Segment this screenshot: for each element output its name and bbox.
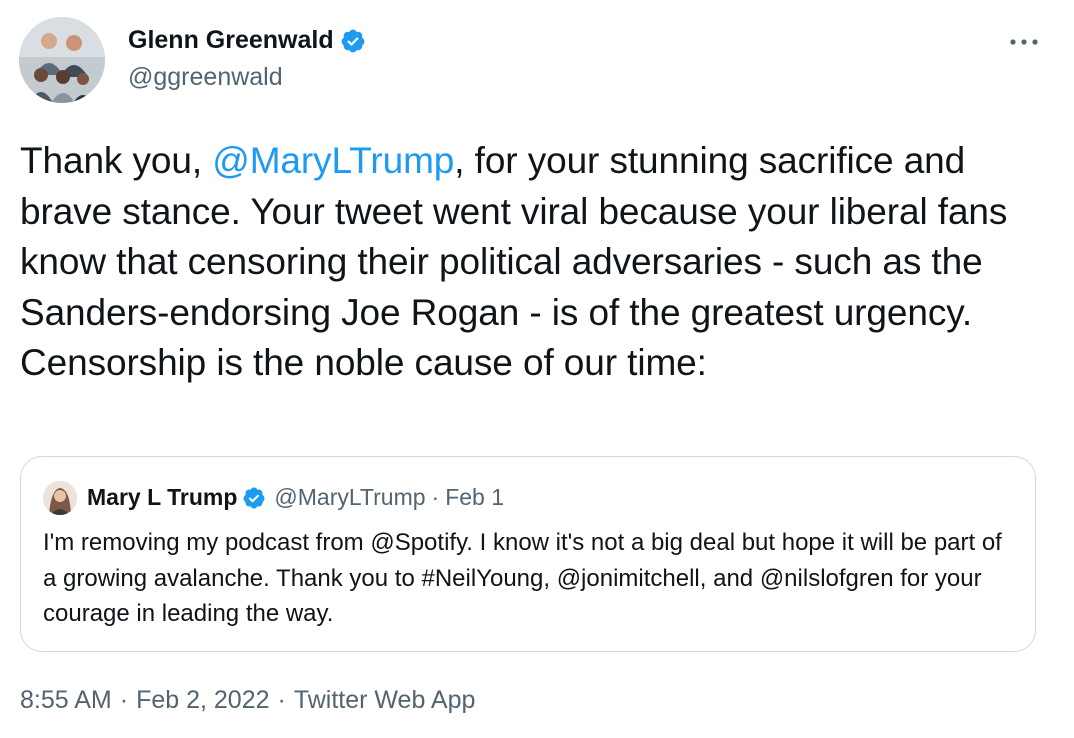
tweet-meta: 8:55 AM · Feb 2, 2022 · Twitter Web App — [20, 686, 475, 715]
verified-badge-icon — [340, 28, 366, 54]
quoted-author-handle[interactable]: @MaryLTrump — [274, 484, 425, 511]
quoted-header-separator: · — [431, 484, 440, 510]
tweet-source-link[interactable]: Twitter Web App — [294, 686, 476, 714]
mention-link[interactable]: @MaryLTrump — [212, 140, 454, 181]
author-name[interactable]: Glenn Greenwald — [128, 26, 334, 55]
quoted-tweet-text: I'm removing my podcast from @Spotify. I… — [43, 529, 1002, 627]
quoted-author-avatar[interactable] — [43, 481, 77, 515]
author-avatar[interactable] — [19, 17, 105, 103]
tweet-time[interactable]: 8:55 AM — [20, 686, 112, 714]
more-horizontal-icon — [1009, 33, 1039, 51]
verified-badge-icon — [242, 486, 266, 510]
author-handle[interactable]: @ggreenwald — [128, 63, 283, 92]
tweet-text: Thank you, @MaryLTrump, for your stunnin… — [20, 136, 1050, 389]
quoted-author-name[interactable]: Mary L Trump — [87, 484, 237, 511]
quoted-tweet-date[interactable]: Feb 1 — [445, 484, 504, 511]
tweet-date[interactable]: Feb 2, 2022 — [136, 686, 269, 714]
meta-separator: · — [119, 686, 129, 714]
quoted-tweet-header: Mary L Trump @MaryLTrump · Feb 1 — [87, 484, 504, 511]
author-name-row[interactable]: Glenn Greenwald — [128, 26, 366, 55]
quoted-avatar-photo — [43, 481, 77, 515]
quoted-tweet-card[interactable]: Mary L Trump @MaryLTrump · Feb 1 I'm rem… — [20, 456, 1036, 652]
tweet-text-start: Thank you, — [20, 140, 213, 181]
avatar-photo — [19, 17, 105, 103]
more-options-button[interactable] — [1006, 30, 1042, 54]
meta-separator: · — [277, 686, 286, 714]
